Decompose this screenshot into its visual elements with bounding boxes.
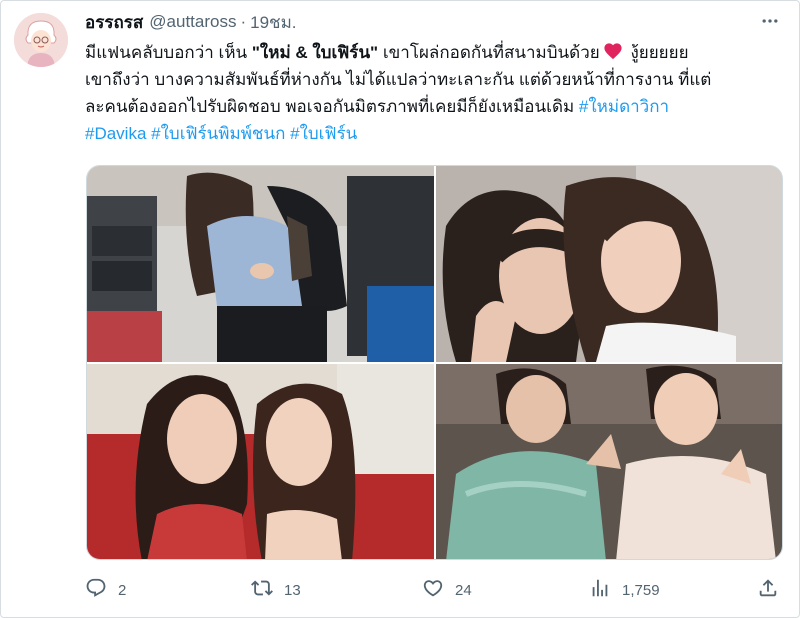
retweet-button[interactable]: 13 [251, 576, 301, 604]
reply-icon [85, 577, 107, 603]
hashtag-link[interactable]: #ใบเฟิร์นพิมพ์ชนก [151, 124, 285, 143]
text-segment: มีแฟนคลับบอกว่า เห็น [85, 43, 252, 62]
display-name[interactable]: อรรถรส [85, 9, 143, 36]
reply-count: 2 [118, 581, 127, 599]
timestamp[interactable]: 19ชม. [250, 9, 296, 36]
hashtag-link[interactable]: #ใบเฟิร์น [290, 124, 357, 143]
analytics-icon [589, 577, 611, 603]
more-dots-icon [760, 11, 780, 36]
share-button[interactable] [757, 576, 779, 604]
tweet-text: มีแฟนคลับบอกว่า เห็น "ใหม่ & ใบเฟิร์น" เ… [85, 39, 785, 147]
user-handle[interactable]: @auttaross [149, 12, 236, 32]
like-count: 24 [455, 581, 472, 599]
photo-video-still-duo[interactable] [436, 364, 782, 559]
hashtag-link[interactable]: #Davika [85, 124, 146, 143]
red-heart-emoji-icon [604, 43, 622, 60]
photo-selfie-duo[interactable] [436, 166, 782, 362]
photo-red-backdrop-duo[interactable] [87, 364, 434, 559]
media-grid [86, 165, 783, 560]
avatar[interactable] [14, 13, 68, 67]
tweet-line-1: มีแฟนคลับบอกว่า เห็น "ใหม่ & ใบเฟิร์น" เ… [85, 39, 785, 66]
retweet-icon [251, 577, 273, 603]
text-segment: งู้ยยยยย [625, 43, 689, 62]
views-button[interactable]: 1,759 [589, 576, 660, 604]
quoted-names: "ใหม่ & ใบเฟิร์น" [251, 43, 379, 62]
action-bar: 2 13 24 1,759 [85, 576, 785, 604]
share-icon [757, 577, 779, 603]
text-segment: ละคนต้องออกไปรับผิดชอบ พอเจอกันมิตรภาพที… [85, 97, 579, 116]
retweet-count: 13 [284, 581, 301, 599]
tweet-line-3: ละคนต้องออกไปรับผิดชอบ พอเจอกันมิตรภาพที… [85, 93, 785, 120]
photo-airport-hug[interactable] [87, 166, 434, 362]
more-options-button[interactable] [757, 13, 783, 33]
views-count: 1,759 [622, 581, 660, 599]
tweet-line-2: เขาถึงว่า บางความสัมพันธ์ที่ห่างกัน ไม่ไ… [85, 70, 712, 89]
text-segment: เขาโผล่กอดกันที่สนามบินด้วย [378, 43, 600, 62]
tweet-card[interactable]: อรรถรส @auttaross · 19ชม. มีแฟนคลับบอกว่… [0, 0, 800, 618]
hashtag-link[interactable]: #ใหม่ดาวิกา [579, 97, 669, 116]
tweet-line-4: #Davika #ใบเฟิร์นพิมพ์ชนก #ใบเฟิร์น [85, 120, 785, 147]
heart-icon [422, 577, 444, 603]
reply-button[interactable]: 2 [85, 576, 126, 604]
like-button[interactable]: 24 [422, 576, 472, 604]
separator-dot: · [240, 12, 247, 31]
tweet-header: อรรถรส @auttaross · 19ชม. [85, 11, 297, 33]
